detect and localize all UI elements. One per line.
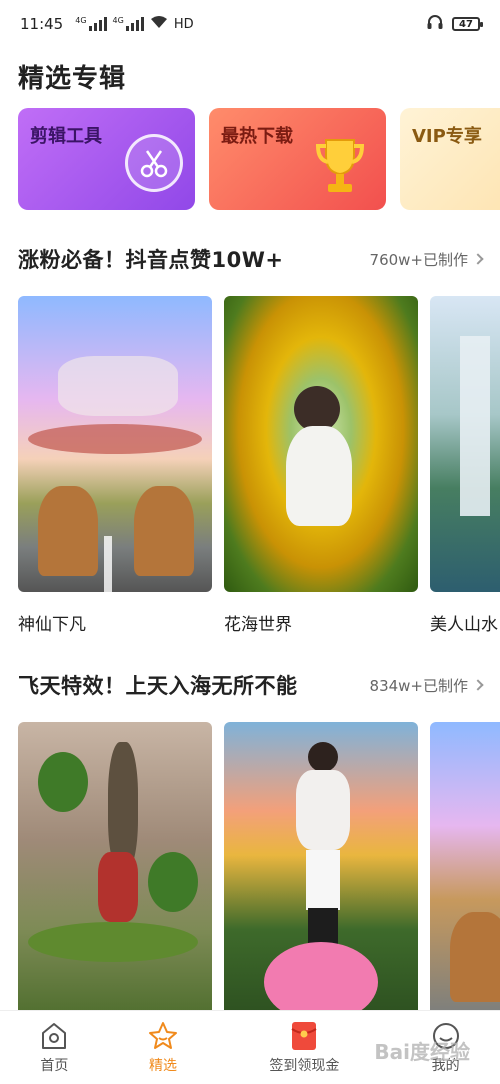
chevron-right-icon bbox=[472, 679, 484, 691]
signal-icon: 4G bbox=[75, 17, 107, 31]
album-label: 最热下载 bbox=[221, 126, 293, 147]
tab-home[interactable]: 首页 bbox=[0, 1011, 109, 1084]
video-title: 神仙下凡 bbox=[18, 615, 86, 635]
wifi-icon bbox=[150, 15, 168, 33]
tab-label: 精选 bbox=[149, 1058, 178, 1074]
trophy-icon bbox=[312, 134, 368, 202]
tab-label: 签到领现金 bbox=[269, 1058, 340, 1074]
headphone-icon bbox=[426, 13, 444, 35]
video-title: 美人山水 bbox=[430, 615, 498, 635]
album-card-hot-downloads[interactable]: 最热下载 bbox=[209, 108, 386, 210]
video-card[interactable] bbox=[430, 722, 500, 1018]
section-header: 飞天特效！上天入海无所不能 834w+已制作 bbox=[18, 670, 484, 700]
signal-icon-2: 4G bbox=[113, 17, 144, 31]
status-bar: 11:45 4G 4G HD 47 bbox=[0, 0, 500, 48]
section-more-link[interactable]: 834w+已制作 bbox=[370, 675, 484, 696]
video-title: 花海世界 bbox=[224, 615, 292, 635]
album-label: 剪辑工具 bbox=[30, 126, 102, 147]
tab-checkin-cash[interactable]: 签到领现金 bbox=[217, 1011, 391, 1084]
red-envelope-icon bbox=[289, 1021, 319, 1051]
video-card[interactable]: 神仙下凡 bbox=[18, 296, 212, 635]
video-card[interactable]: 花海世界 bbox=[224, 296, 418, 635]
video-card[interactable] bbox=[224, 722, 418, 1018]
album-carousel: 剪辑工具 最热下载 VIP专享 bbox=[18, 108, 500, 212]
star-icon bbox=[148, 1021, 178, 1051]
profile-icon bbox=[431, 1021, 461, 1051]
page-title: 精选专辑 bbox=[18, 64, 127, 94]
video-thumbnail bbox=[224, 296, 418, 592]
section-more-link[interactable]: 760w+已制作 bbox=[370, 249, 484, 270]
hd-label: HD bbox=[173, 16, 194, 32]
video-thumbnail bbox=[224, 722, 418, 1018]
tab-label: 我的 bbox=[431, 1058, 460, 1074]
video-card[interactable]: 美人山水 bbox=[430, 296, 500, 635]
battery-icon: 47 bbox=[452, 17, 483, 31]
tab-profile[interactable]: 我的 bbox=[391, 1011, 500, 1084]
video-thumbnail bbox=[430, 296, 500, 592]
album-label: VIP专享 bbox=[412, 126, 482, 147]
section-title: 飞天特效！上天入海无所不能 bbox=[18, 674, 298, 698]
album-card-editing-tools[interactable]: 剪辑工具 bbox=[18, 108, 195, 210]
video-thumbnail bbox=[18, 296, 212, 592]
video-card[interactable] bbox=[18, 722, 212, 1018]
bottom-tab-bar: 首页 精选 签到领现金 我的 bbox=[0, 1010, 500, 1084]
section-header: 涨粉必备！抖音点赞10W+ 760w+已制作 bbox=[18, 244, 484, 274]
album-card-vip[interactable]: VIP专享 bbox=[400, 108, 500, 210]
home-icon bbox=[39, 1021, 69, 1051]
tab-label: 首页 bbox=[40, 1058, 69, 1074]
status-time: 11:45 bbox=[20, 15, 64, 33]
scissors-icon bbox=[125, 134, 183, 192]
section-title: 涨粉必备！抖音点赞10W+ bbox=[18, 248, 284, 272]
chevron-right-icon bbox=[472, 253, 484, 265]
video-thumbnail bbox=[18, 722, 212, 1018]
video-row: 神仙下凡 花海世界 美人山水 bbox=[18, 296, 500, 635]
tab-featured[interactable]: 精选 bbox=[109, 1011, 218, 1084]
video-row bbox=[18, 722, 500, 1018]
video-thumbnail bbox=[430, 722, 500, 1018]
